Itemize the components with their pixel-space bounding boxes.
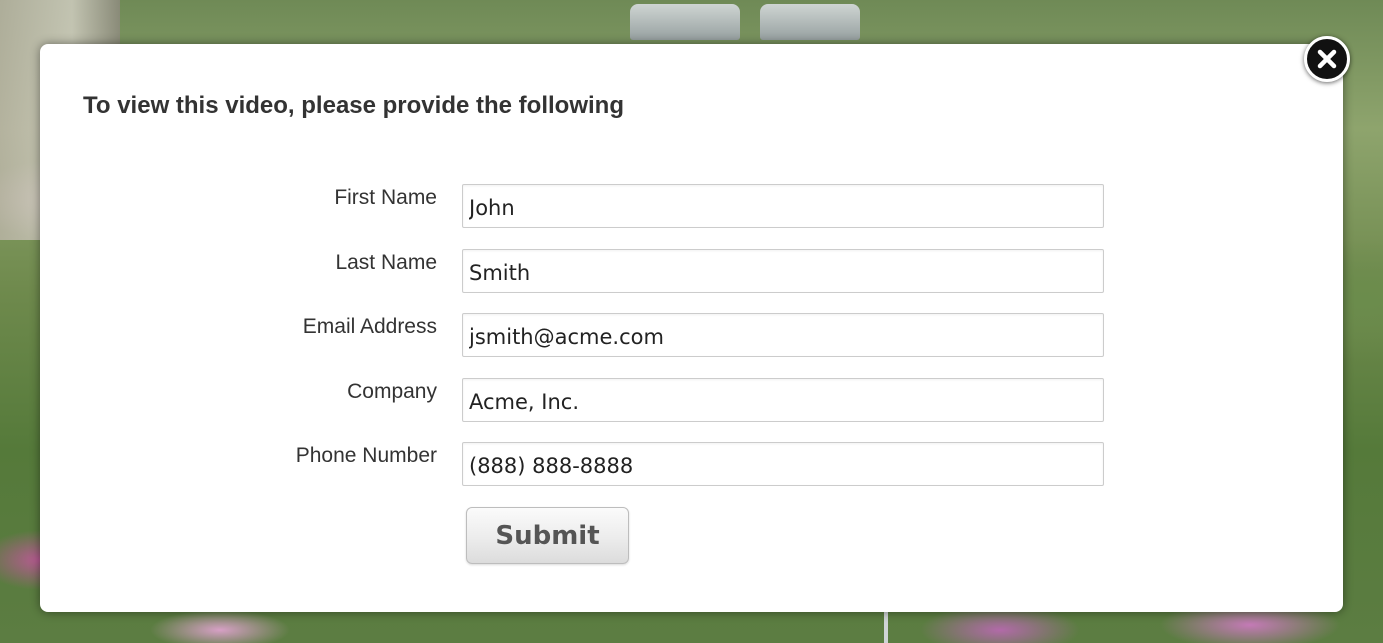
company-label: Company (347, 380, 437, 403)
background-car (760, 4, 860, 40)
close-icon (1317, 49, 1337, 69)
form-row-email: Email Address (40, 313, 1343, 359)
first-name-input[interactable] (462, 184, 1104, 228)
background-car (630, 4, 740, 40)
phone-input[interactable] (462, 442, 1104, 486)
last-name-label: Last Name (335, 251, 437, 274)
phone-label: Phone Number (295, 444, 437, 467)
last-name-input[interactable] (462, 249, 1104, 293)
form-row-last-name: Last Name (40, 249, 1343, 295)
form-row-phone: Phone Number (40, 442, 1343, 488)
close-modal-button[interactable] (1304, 36, 1350, 82)
submit-button[interactable]: Submit (466, 507, 629, 564)
modal-title: To view this video, please provide the f… (83, 92, 624, 119)
company-input[interactable] (462, 378, 1104, 422)
form-row-company: Company (40, 378, 1343, 424)
email-input[interactable] (462, 313, 1104, 357)
background-pole (884, 612, 888, 643)
lead-capture-modal: To view this video, please provide the f… (40, 44, 1343, 612)
email-label: Email Address (302, 315, 437, 338)
first-name-label: First Name (334, 186, 437, 209)
form-row-first-name: First Name (40, 184, 1343, 230)
